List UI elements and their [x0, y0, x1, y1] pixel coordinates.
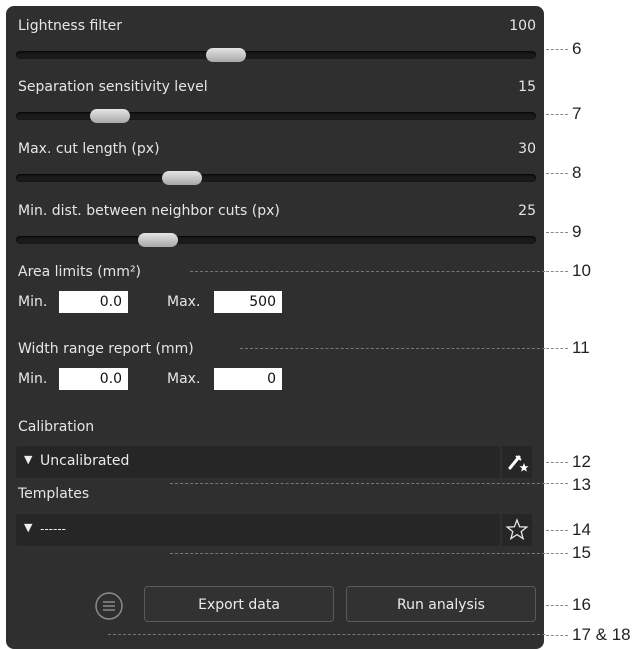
callout-17-18: 17 & 18 — [572, 625, 631, 644]
callout-line-17-18 — [546, 635, 568, 636]
callout-11: 11 — [572, 338, 590, 357]
callout-line-6 — [546, 49, 568, 50]
area-limits-label: Area limits (mm²) — [18, 264, 142, 280]
max-cut-length-value: 30 — [518, 141, 536, 157]
lightness-filter-slider[interactable] — [16, 48, 536, 62]
min-dist-cuts-thumb[interactable] — [138, 233, 178, 247]
star-icon[interactable] — [502, 514, 532, 546]
max-cut-length-label: Max. cut length (px) — [18, 141, 160, 157]
min-dist-cuts-value: 25 — [518, 203, 536, 219]
separation-sensitivity-label: Separation sensitivity level — [18, 79, 208, 95]
callout-line-7 — [546, 114, 568, 115]
min-dist-cuts-label: Min. dist. between neighbor cuts (px) — [18, 203, 280, 219]
area-max-label: Max. — [167, 294, 201, 310]
callout-12: 12 — [572, 452, 591, 471]
calibrate-wand-icon[interactable] — [502, 446, 532, 478]
width-min-input[interactable]: 0.0 — [59, 368, 128, 390]
lightness-filter-thumb[interactable] — [206, 48, 246, 62]
callout-line-17-inner — [108, 634, 545, 635]
separation-sensitivity-thumb[interactable] — [90, 109, 130, 123]
area-min-input[interactable]: 0.0 — [59, 291, 128, 313]
dropdown-triangle-icon: ▼ — [24, 453, 33, 466]
callout-7: 7 — [572, 104, 582, 123]
callout-14: 14 — [572, 520, 591, 539]
callout-10: 10 — [572, 261, 591, 280]
calibration-selected: Uncalibrated — [40, 453, 130, 469]
templates-label: Templates — [18, 486, 90, 502]
min-dist-cuts-slider[interactable] — [16, 233, 536, 247]
templates-dropdown[interactable]: ▼ ------ — [16, 514, 500, 546]
lightness-filter-label: Lightness filter — [18, 18, 123, 34]
width-min-label: Min. — [18, 371, 48, 387]
callout-line-13-inner — [170, 483, 545, 484]
export-data-button[interactable]: Export data — [144, 586, 334, 622]
max-cut-length-thumb[interactable] — [162, 171, 202, 185]
callout-9: 9 — [572, 222, 582, 241]
callout-6: 6 — [572, 39, 582, 58]
callout-line-11 — [546, 348, 568, 349]
lightness-filter-value: 100 — [509, 18, 536, 34]
callout-line-10 — [546, 271, 568, 272]
callout-line-8 — [546, 173, 568, 174]
dropdown-triangle-icon: ▼ — [24, 521, 33, 534]
callout-line-16 — [546, 605, 568, 606]
width-range-label: Width range report (mm) — [18, 341, 194, 357]
callout-line-13 — [546, 483, 568, 484]
callout-8: 8 — [572, 163, 582, 182]
width-max-label: Max. — [167, 371, 201, 387]
templates-selected: ------ — [40, 522, 66, 536]
area-min-label: Min. — [18, 294, 48, 310]
calibration-label: Calibration — [18, 419, 95, 435]
callout-line-15-inner — [170, 553, 545, 554]
callout-line-12 — [546, 462, 568, 463]
menu-icon[interactable] — [94, 591, 124, 621]
max-cut-length-slider[interactable] — [16, 171, 536, 185]
callout-line-14 — [546, 530, 568, 531]
width-max-input[interactable]: 0 — [214, 368, 282, 390]
area-max-input[interactable]: 500 — [214, 291, 282, 313]
callout-13: 13 — [572, 475, 591, 494]
callout-15: 15 — [572, 543, 591, 562]
callout-line-9 — [546, 232, 568, 233]
separation-sensitivity-value: 15 — [518, 79, 536, 95]
callout-line-11-inner — [240, 348, 545, 349]
callout-16: 16 — [572, 595, 591, 614]
run-analysis-button[interactable]: Run analysis — [346, 586, 536, 622]
separation-sensitivity-slider[interactable] — [16, 109, 536, 123]
callout-line-10-inner — [190, 271, 545, 272]
callout-line-15 — [546, 553, 568, 554]
calibration-dropdown[interactable]: ▼ Uncalibrated — [16, 446, 500, 478]
